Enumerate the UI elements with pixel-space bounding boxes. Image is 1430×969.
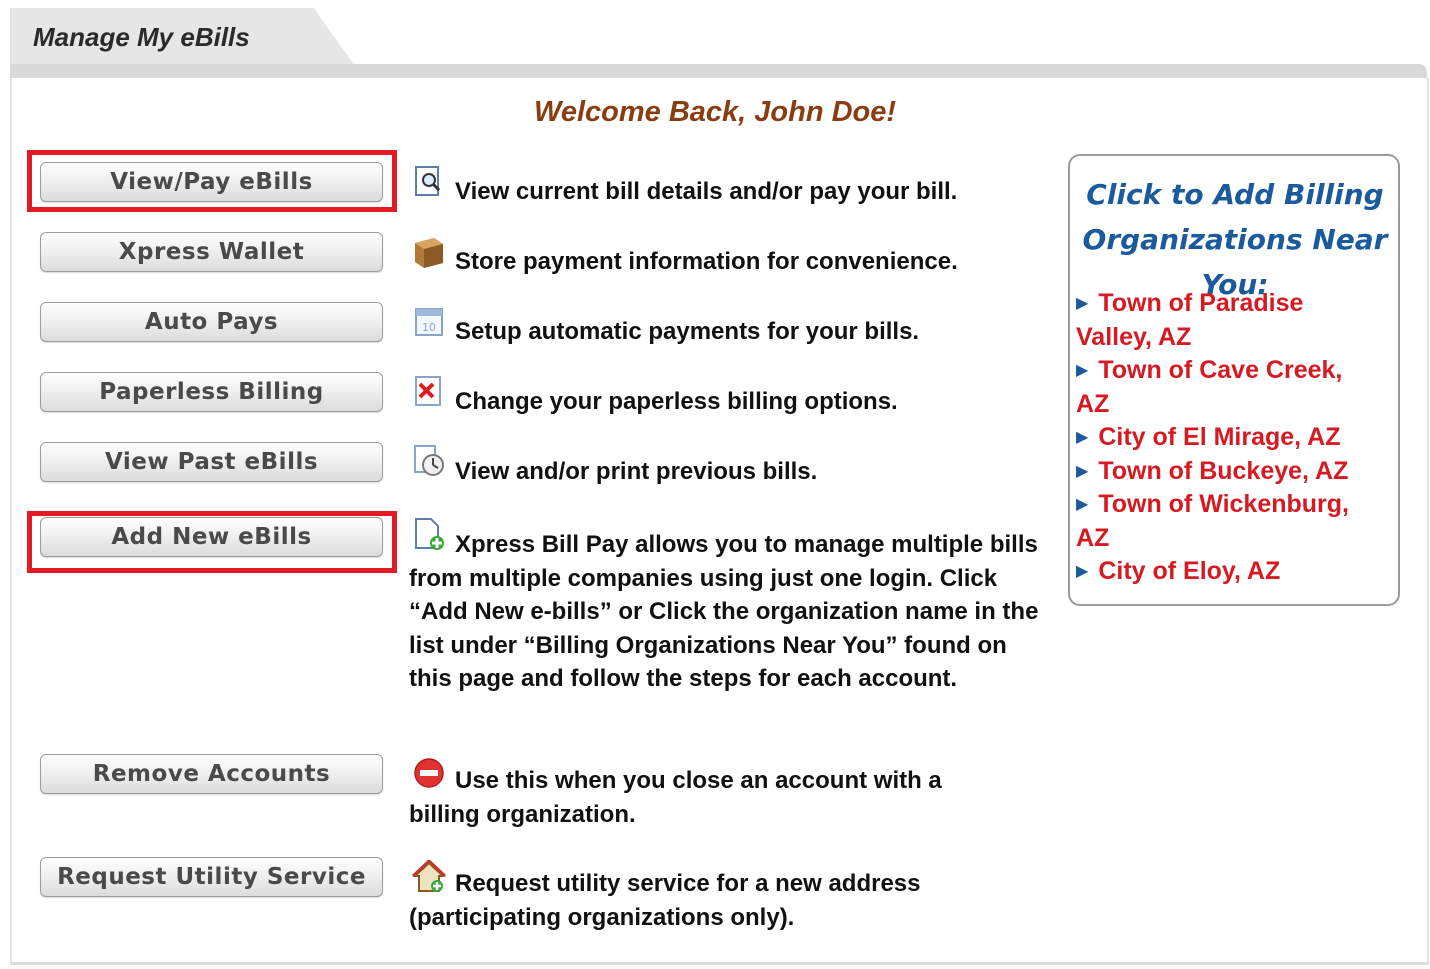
organization-link[interactable]: ▶ Town of Wickenburg, AZ [1076, 488, 1376, 555]
xpress-wallet-button[interactable]: Xpress Wallet [40, 232, 383, 272]
organization-link[interactable]: ▶ City of El Mirage, AZ [1076, 421, 1376, 455]
remove-accounts-description: Use this when you close an account with … [409, 767, 942, 828]
organization-link[interactable]: ▶ Town of Cave Creek, AZ [1076, 354, 1376, 421]
triangle-right-icon: ▶ [1076, 462, 1089, 480]
triangle-right-icon: ▶ [1076, 563, 1089, 580]
auto-pays-description: Setup automatic payments for your bills. [455, 318, 920, 345]
paperless-billing-button[interactable]: Paperless Billing [40, 372, 383, 412]
triangle-right-icon: ▶ [1076, 429, 1089, 446]
triangle-right-icon: ▶ [1076, 295, 1089, 312]
calendar-icon: 10 [415, 308, 443, 336]
paperless-billing-description: Change your paperless billing options. [455, 388, 898, 415]
view-past-ebills-button[interactable]: View Past eBills [40, 442, 383, 482]
organization-link[interactable]: ▶ Town of Paradise Valley, AZ [1076, 287, 1376, 354]
organization-link[interactable]: ▶ Town of Buckeye, AZ [1076, 455, 1376, 489]
add-new-ebills-button[interactable]: Add New eBills [40, 517, 383, 557]
clock-document-icon [414, 445, 444, 476]
billing-organizations-list: ▶ Town of Paradise Valley, AZ ▶ Town of Ca… [1076, 287, 1376, 589]
request-utility-service-button[interactable]: Request Utility Service [40, 857, 383, 897]
triangle-right-icon: ▶ [1076, 496, 1089, 513]
view-pay-description: View current bill details and/or pay you… [455, 178, 958, 205]
svg-text:10: 10 [422, 321, 436, 334]
view-pay-ebills-button[interactable]: View/Pay eBills [40, 162, 383, 202]
magnifier-document-icon [415, 166, 441, 196]
view-past-description: View and/or print previous bills. [455, 458, 818, 485]
wallet-icon [415, 238, 443, 268]
auto-pays-button[interactable]: Auto Pays [40, 302, 383, 342]
xpress-wallet-description: Store payment information for convenienc… [455, 248, 958, 275]
add-new-description: Xpress Bill Pay allows you to manage mul… [409, 531, 1039, 692]
remove-accounts-button[interactable]: Remove Accounts [40, 754, 383, 794]
red-x-icon [415, 376, 441, 406]
triangle-right-icon: ▶ [1076, 362, 1089, 379]
tab-title: Manage My eBills [33, 22, 250, 52]
tab-bar [10, 64, 1427, 78]
organization-link[interactable]: ▶ City of Eloy, AZ [1076, 555, 1376, 589]
request-utility-description: Request utility service for a new addres… [409, 870, 921, 931]
welcome-message: Welcome Back, John Doe! [533, 96, 897, 128]
